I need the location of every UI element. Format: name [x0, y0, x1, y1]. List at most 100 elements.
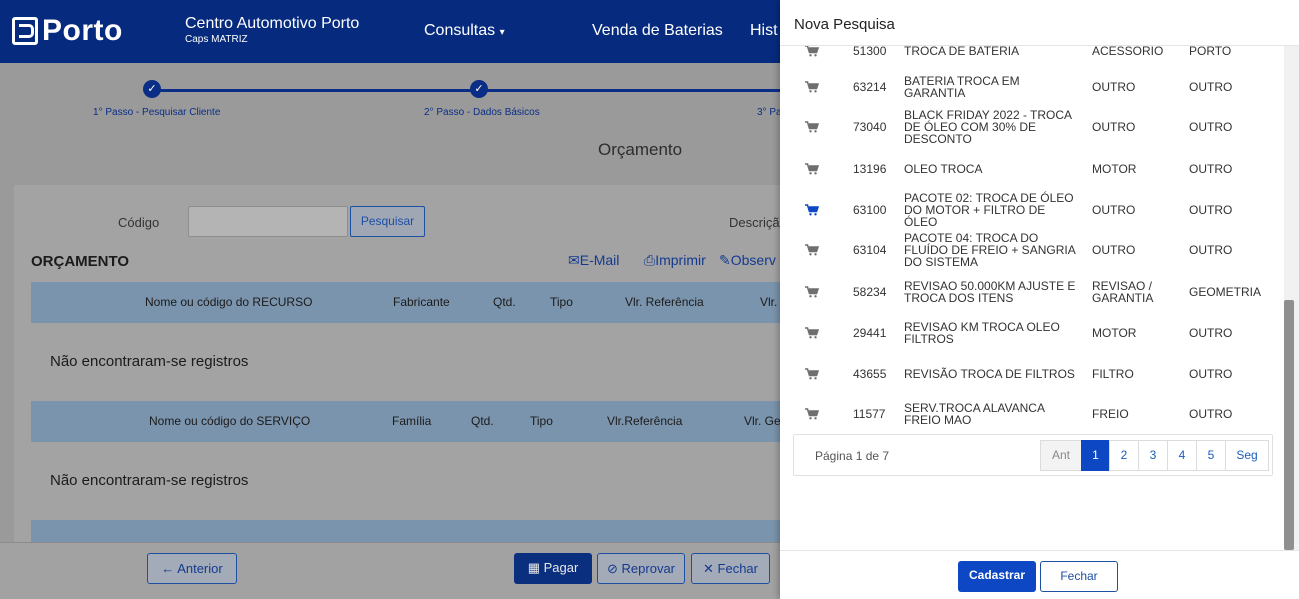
pagination-page[interactable]: 2 [1109, 440, 1139, 471]
observations-link[interactable]: ✎Observ [719, 252, 776, 269]
cart-icon[interactable] [805, 80, 820, 93]
result-row[interactable]: 63214 BATERIA TROCA EM GARANTIA OUTRO OUTRO [780, 66, 1284, 107]
nav-consultas[interactable]: Consultas ▾ [424, 22, 505, 40]
print-link[interactable]: ⎙Imprimir [644, 252, 706, 269]
result-code: 29441 [853, 326, 887, 340]
result-row[interactable]: 43655 REVISÃO TROCA DE FILTROS FILTRO OUTRO [780, 353, 1284, 394]
reject-button[interactable]: ⊘ Reprovar [597, 553, 685, 584]
result-description: TROCA DE BATERIA [904, 46, 1020, 58]
result-group: OUTRO [1189, 162, 1233, 176]
cart-icon[interactable] [805, 367, 820, 380]
result-family: OUTRO [1092, 243, 1136, 257]
email-link[interactable]: ✉E-Mail [568, 252, 619, 269]
pagination-page[interactable]: 5 [1196, 440, 1226, 471]
pagination-prev[interactable]: Ant [1040, 440, 1082, 471]
result-row[interactable]: 63104 PACOTE 04: TROCA DO FLUÍDO DE FREIO… [780, 229, 1284, 270]
result-code: 58234 [853, 285, 887, 299]
result-family: OUTRO [1092, 120, 1136, 134]
resources-empty-text: Não encontraram-se registros [50, 353, 249, 370]
cart-icon[interactable] [805, 46, 820, 57]
pagination-page[interactable]: 3 [1138, 440, 1168, 471]
cart-icon[interactable] [805, 243, 820, 256]
step-label-3: 3° Pa [757, 107, 782, 118]
result-row[interactable]: 58234 REVISAO 50.000KM AJUSTE E TROCA DOS… [780, 271, 1284, 312]
services-table-header: Nome ou código do SERVIÇO Família Qtd. T… [31, 401, 791, 442]
caret-down-icon: ▾ [499, 27, 505, 38]
result-family: FREIO [1092, 407, 1129, 421]
search-button[interactable]: Pesquisar [350, 206, 425, 237]
result-group: OUTRO [1189, 407, 1233, 421]
col-qty: Qtd. [493, 295, 516, 309]
print-label: Imprimir [655, 252, 706, 268]
previous-button[interactable]: ← Anterior [147, 553, 237, 584]
previous-label: Anterior [177, 561, 223, 576]
result-row[interactable]: 29441 REVISAO KM TROCA OLEO FILTROS MOTOR O… [780, 312, 1284, 353]
result-group: OUTRO [1189, 80, 1233, 94]
register-button[interactable]: Cadastrar [958, 561, 1036, 592]
pagination: Página 1 de 7 Ant 1 2 3 4 5 Seg [793, 434, 1273, 476]
page-title: Orçamento [598, 140, 683, 159]
cart-icon[interactable] [805, 326, 820, 339]
nav-venda-baterias[interactable]: Venda de Baterias [592, 22, 723, 40]
result-family: MOTOR [1092, 326, 1137, 340]
result-row[interactable]: 13196 OLEO TROCA MOTOR OUTRO [780, 148, 1284, 189]
pay-button[interactable]: ▦ Pagar [514, 553, 592, 584]
cart-icon[interactable] [805, 120, 820, 133]
result-code: 73040 [853, 120, 887, 134]
result-code: 43655 [853, 367, 887, 381]
search-modal: Nova Pesquisa 51300 TROCA DE BATERIA ACESS… [780, 0, 1299, 599]
nav-historico[interactable]: Hist [750, 22, 778, 40]
col-ref-value: Vlr.Referência [607, 414, 683, 428]
result-code: 63100 [853, 203, 887, 217]
page: Porto Centro Automotivo Porto Caps MATRI… [0, 0, 1299, 599]
result-code: 11577 [853, 407, 886, 421]
code-input[interactable] [188, 206, 348, 237]
result-description: OLEO TROCA [904, 162, 983, 176]
result-row[interactable]: 63100 PACOTE 02: TROCA DE ÓLEO DO MOTOR +… [780, 189, 1284, 230]
pagination-page[interactable]: 4 [1167, 440, 1197, 471]
result-group: OUTRO [1189, 120, 1233, 134]
result-row[interactable]: 73040 BLACK FRIDAY 2022 - TROCA DE ÓLEO C… [780, 106, 1284, 147]
col-type: Tipo [530, 414, 553, 428]
cart-icon[interactable] [805, 285, 820, 298]
result-family: OUTRO [1092, 80, 1136, 94]
close-button[interactable]: ✕ Fechar [691, 553, 770, 584]
result-group: OUTRO [1189, 367, 1233, 381]
pay-label: Pagar [543, 560, 579, 575]
modal-close-button[interactable]: Fechar [1040, 561, 1118, 592]
logo[interactable]: Porto [12, 14, 123, 48]
col-qty: Qtd. [471, 414, 494, 428]
company-sub: Caps MATRIZ [185, 34, 248, 45]
close-icon: ✕ [703, 561, 714, 576]
third-table-header [31, 520, 791, 542]
logo-mark-icon [12, 17, 38, 45]
envelope-icon: ✉ [568, 252, 580, 268]
result-code: 63104 [853, 243, 887, 257]
result-description: PACOTE 04: TROCA DO FLUÍDO DE FREIO + SA… [904, 231, 1076, 269]
services-empty-text: Não encontraram-se registros [50, 472, 249, 489]
col-resource: Nome ou código do RECURSO [145, 295, 313, 309]
result-description: BLACK FRIDAY 2022 - TROCA DE ÓLEO COM 30… [904, 108, 1072, 146]
result-family: FILTRO [1092, 367, 1134, 381]
result-code: 63214 [853, 80, 887, 94]
col-value: Vlr. [760, 295, 778, 309]
result-row[interactable]: 11577 SERV.TROCA ALAVANCA FREIO MAO FREIO O… [780, 393, 1284, 434]
ban-icon: ⊘ [607, 561, 618, 576]
result-code: 51300 [853, 46, 887, 58]
modal-body: 51300 TROCA DE BATERIA ACESSORIO PORTO 63214… [780, 46, 1284, 550]
printer-icon: ⎙ [644, 252, 656, 268]
pagination-page[interactable]: 1 [1081, 440, 1110, 471]
cart-icon[interactable] [805, 203, 820, 216]
modal-title: Nova Pesquisa [794, 16, 895, 33]
cart-icon[interactable] [805, 162, 820, 175]
scrollbar-thumb[interactable] [1284, 300, 1294, 550]
result-family: MOTOR [1092, 162, 1137, 176]
company-info: Centro Automotivo Porto Caps MATRIZ [185, 15, 359, 45]
close-label: Fechar [717, 561, 758, 576]
result-description: REVISAO KM TROCA OLEO FILTROS [904, 320, 1060, 346]
section-title: ORÇAMENTO [31, 253, 130, 270]
step-line [479, 89, 799, 92]
result-group: OUTRO [1189, 203, 1233, 217]
cart-icon[interactable] [805, 407, 820, 420]
pagination-next[interactable]: Seg [1225, 440, 1269, 471]
